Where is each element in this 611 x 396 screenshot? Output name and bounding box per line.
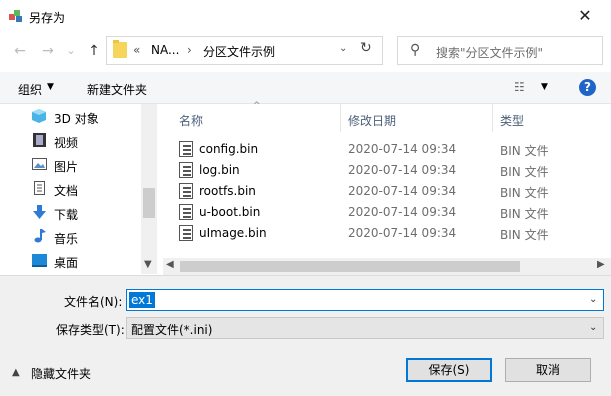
column-divider[interactable] (340, 104, 341, 132)
horizontal-scrollbar[interactable]: ◀ ▶ (163, 258, 611, 275)
scroll-left-icon[interactable]: ◀ (166, 259, 174, 270)
file-type: BIN 文件 (500, 165, 549, 179)
filename-value[interactable]: ex1 (129, 292, 155, 308)
hide-folders-toggle[interactable]: 隐藏文件夹 (31, 365, 91, 382)
filename-input[interactable]: ex1 ⌄ (126, 289, 604, 311)
sidebar-item-label: 桌面 (54, 256, 79, 270)
column-header-date[interactable]: 修改日期 (348, 112, 396, 129)
sidebar-item-label: 图片 (54, 160, 79, 174)
refresh-icon[interactable]: ↻ (360, 40, 372, 56)
video-icon (33, 133, 46, 147)
column-divider[interactable] (492, 104, 493, 132)
address-dropdown-icon[interactable]: ⌄ (339, 43, 347, 54)
filename-label: 文件名(N): (64, 295, 123, 309)
column-header-type[interactable]: 类型 (500, 112, 524, 129)
scrollbar-thumb[interactable] (143, 188, 155, 218)
file-icon (179, 141, 193, 157)
window-title: 另存为 (29, 11, 66, 25)
documents-icon (34, 181, 45, 195)
file-date: 2020-07-14 09:34 (348, 163, 457, 177)
organize-button[interactable]: 组织 (18, 81, 42, 98)
file-name: u-boot.bin (199, 205, 261, 219)
file-date: 2020-07-14 09:34 (348, 205, 457, 219)
caret-down-icon[interactable]: ▼ (47, 82, 54, 92)
address-bar[interactable]: « NA... › 分区文件示例 ⌄ ↻ (106, 36, 383, 65)
scroll-right-icon[interactable]: ▶ (597, 259, 605, 270)
view-options-icon[interactable]: ☷ (514, 80, 525, 94)
file-row[interactable]: rootfs.bin 2020-07-14 09:34 BIN 文件 (179, 181, 609, 202)
breadcrumb-segment[interactable]: 分区文件示例 (203, 43, 275, 60)
column-header-name[interactable]: 名称 (179, 112, 203, 129)
chevron-down-icon[interactable]: ⌄ (589, 294, 597, 305)
sidebar-item-label: 文档 (54, 184, 79, 198)
toolbar: 组织 ▼ 新建文件夹 ☷ ▼ ? (0, 72, 611, 104)
chevron-up-icon[interactable]: ▲ (12, 367, 20, 378)
breadcrumb-segment[interactable]: NA... (151, 43, 179, 57)
search-placeholder[interactable]: 搜索"分区文件示例" (436, 44, 543, 61)
scroll-down-icon[interactable]: ▼ (144, 259, 152, 270)
file-date: 2020-07-14 09:34 (348, 226, 457, 240)
file-icon (179, 204, 193, 220)
file-date: 2020-07-14 09:34 (348, 142, 457, 156)
new-folder-button[interactable]: 新建文件夹 (87, 81, 147, 98)
file-name: uImage.bin (199, 226, 267, 240)
cancel-button[interactable]: 取消 (505, 358, 591, 382)
file-type: BIN 文件 (500, 207, 549, 221)
file-name: rootfs.bin (199, 184, 256, 198)
search-icon: ⚲ (410, 42, 421, 58)
music-icon (34, 229, 46, 243)
back-arrow-icon[interactable]: ← (9, 40, 31, 62)
up-folder-icon[interactable]: ↑ (83, 40, 105, 62)
file-row[interactable]: config.bin 2020-07-14 09:34 BIN 文件 (179, 139, 609, 160)
chevron-down-icon[interactable]: ⌄ (589, 322, 597, 333)
app-icon (9, 10, 22, 22)
sidebar-item-label: 视频 (54, 136, 79, 150)
filetype-label: 保存类型(T): (56, 323, 125, 337)
sidebar-item-label: 下载 (54, 208, 79, 222)
sidebar-scrollbar[interactable]: ▼ (141, 104, 157, 274)
scrollbar-thumb[interactable] (180, 261, 520, 272)
3d-objects-icon (32, 109, 46, 123)
file-row[interactable]: log.bin 2020-07-14 09:34 BIN 文件 (179, 160, 609, 181)
overflow-chevron-icon[interactable]: « (133, 43, 140, 57)
filetype-select[interactable]: 配置文件(*.ini) ⌄ (126, 317, 604, 339)
file-list: ^ 名称 修改日期 类型 config.bin 2020-07-14 09:34… (163, 101, 611, 274)
file-type: BIN 文件 (500, 228, 549, 242)
file-type: BIN 文件 (500, 186, 549, 200)
sort-ascending-icon: ^ (253, 101, 261, 111)
file-icon (179, 183, 193, 199)
file-icon (179, 225, 193, 241)
file-name: log.bin (199, 163, 240, 177)
sidebar-item-label: 音乐 (54, 232, 79, 246)
file-row[interactable]: uImage.bin 2020-07-14 09:34 BIN 文件 (179, 223, 609, 244)
forward-arrow-icon[interactable]: → (37, 40, 59, 62)
sidebar-item-label: 3D 对象 (54, 112, 99, 126)
recent-locations-icon[interactable]: ⌄ (60, 40, 82, 62)
caret-down-icon[interactable]: ▼ (541, 82, 548, 92)
pictures-icon (32, 158, 47, 170)
navigation-pane: 3D 对象 视频 图片 文档 下载 音乐 桌面 (0, 104, 157, 274)
help-icon[interactable]: ? (579, 79, 596, 96)
file-icon (179, 162, 193, 178)
desktop-icon (32, 254, 47, 267)
breadcrumb-separator-icon[interactable]: › (187, 43, 192, 57)
file-date: 2020-07-14 09:34 (348, 184, 457, 198)
save-options-panel: 文件名(N): ex1 ⌄ 保存类型(T): 配置文件(*.ini) ⌄ ▲ 隐… (0, 275, 611, 396)
file-type: BIN 文件 (500, 144, 549, 158)
file-name: config.bin (199, 142, 259, 156)
search-box[interactable]: ⚲ 搜索"分区文件示例" (397, 36, 603, 65)
file-row[interactable]: u-boot.bin 2020-07-14 09:34 BIN 文件 (179, 202, 609, 223)
filetype-value: 配置文件(*.ini) (131, 323, 213, 337)
save-button[interactable]: 保存(S) (406, 358, 492, 382)
download-icon (33, 205, 46, 219)
close-icon[interactable]: ✕ (573, 4, 597, 28)
folder-icon (113, 40, 127, 58)
title-bar: 另存为 ✕ (0, 0, 611, 32)
